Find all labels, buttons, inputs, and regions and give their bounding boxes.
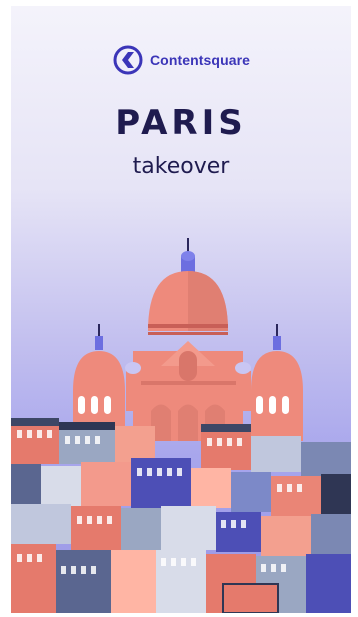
page-title: PARIS xyxy=(115,103,247,143)
sacre-coeur xyxy=(73,238,303,441)
page-subtitle: takeover xyxy=(132,154,230,179)
paris-illustration xyxy=(11,238,351,613)
brand-name: Contentsquare xyxy=(149,52,251,68)
poster: Contentsquare PARIS takeover xyxy=(11,6,351,613)
contentsquare-logo-icon xyxy=(113,45,143,75)
brand-header: Contentsquare xyxy=(11,44,351,76)
city-buildings xyxy=(11,418,351,613)
